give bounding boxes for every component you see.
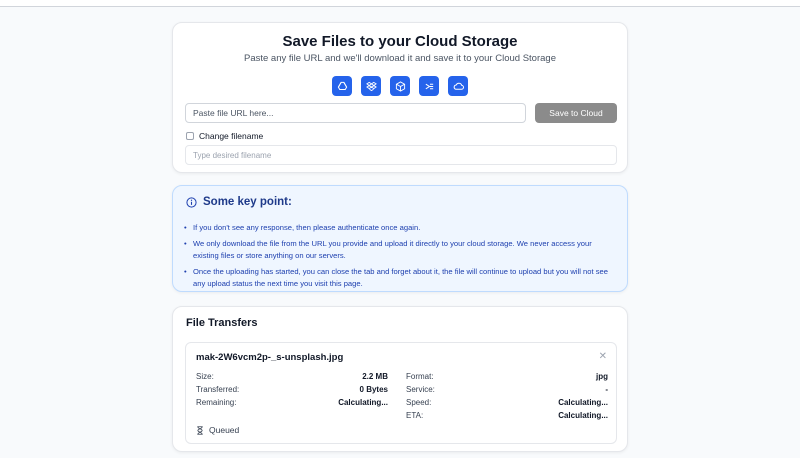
transferred-label: Transferred: [196,385,240,394]
file-url-input[interactable] [185,103,526,123]
remaining-value: Calculating... [338,398,388,407]
size-value: 2.2 MB [362,372,388,381]
dropbox-button[interactable] [361,76,381,96]
file-transfer-item: mak-2W6vcm2p-_s-unsplash.jpg ✕ Size: 2.2… [185,342,617,444]
key-points-list: If you don't see any response, then plea… [184,222,616,294]
key-points-card: Some key point: If you don't see any res… [172,185,628,292]
box-icon [395,80,405,92]
key-points-header: Some key point: [186,196,292,208]
page-subtitle: Paste any file URL and we'll download it… [244,53,556,64]
speed-label: Speed: [406,398,432,407]
key-point-item: If you don't see any response, then plea… [184,222,616,234]
info-icon [186,196,197,208]
change-filename-label[interactable]: Change filename [199,131,263,141]
file-name: mak-2W6vcm2p-_s-unsplash.jpg [196,352,344,363]
service-value: - [605,385,608,394]
filename-input[interactable] [185,145,617,165]
google-drive-icon [337,81,347,90]
file-transfers-title: File Transfers [186,317,258,329]
change-filename-checkbox[interactable] [186,132,194,140]
transfer-status: Queued [196,425,239,435]
eta-value: Calculating... [558,411,608,420]
page-title: Save Files to your Cloud Storage [282,33,518,50]
remaining-label: Remaining: [196,398,237,407]
ocr-button[interactable] [419,76,439,96]
key-points-title: Some key point: [203,196,292,208]
change-filename-row: Change filename [186,131,263,141]
service-buttons [173,76,627,96]
file-transfers-card: File Transfers mak-2W6vcm2p-_s-unsplash.… [172,306,628,452]
status-text: Queued [209,425,240,435]
speed-value: Calculating... [558,398,608,407]
onedrive-button[interactable] [448,76,468,96]
size-label: Size: [196,372,214,381]
format-value: jpg [596,372,608,381]
format-label: Format: [406,372,434,381]
box-button[interactable] [390,76,410,96]
save-files-card: Save Files to your Cloud Storage Paste a… [172,22,628,173]
close-icon[interactable]: ✕ [599,351,607,362]
onedrive-icon [453,82,464,90]
transferred-value: 0 Bytes [359,385,388,394]
hourglass-icon [197,425,203,435]
key-point-item: We only download the file from the URL y… [184,238,616,262]
browser-top-border [0,0,800,7]
eta-label: ETA: [406,411,424,420]
key-point-item: Once the uploading has started, you can … [184,266,616,290]
dropbox-icon [365,81,377,91]
service-label: Service: [406,385,435,394]
save-to-cloud-button[interactable]: Save to Cloud [535,103,617,123]
ocr-icon [425,83,433,89]
google-drive-button[interactable] [332,76,352,96]
